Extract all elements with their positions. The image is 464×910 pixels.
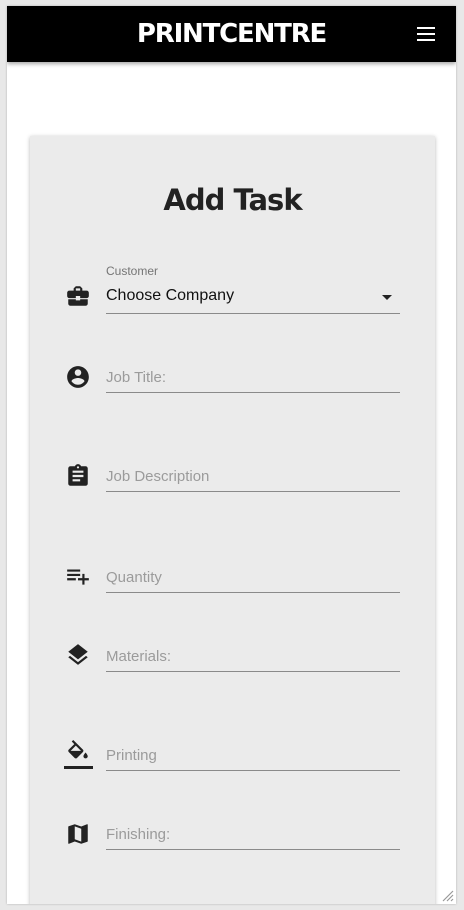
layers-icon: [65, 642, 91, 668]
materials-input[interactable]: [106, 643, 400, 669]
job-title-field[interactable]: [106, 364, 400, 393]
brand-logo-text[interactable]: PRINTCENTRE: [7, 19, 456, 49]
printing-field[interactable]: [106, 742, 400, 771]
paint-bucket-icon: [64, 740, 93, 770]
job-description-input[interactable]: [106, 463, 400, 489]
hamburger-menu-icon[interactable]: [415, 25, 437, 43]
job-title-input[interactable]: [106, 364, 400, 390]
materials-field[interactable]: [106, 643, 400, 672]
customer-select[interactable]: Choose Company: [106, 285, 400, 314]
finishing-input[interactable]: [106, 821, 400, 847]
app-window: PRINTCENTRE Add Task Customer Choose Com…: [7, 6, 456, 904]
resize-grip-icon[interactable]: [440, 888, 454, 902]
map-icon: [65, 821, 91, 847]
customer-label: Customer: [106, 264, 159, 278]
top-app-bar: PRINTCENTRE: [7, 6, 456, 62]
printing-input[interactable]: [106, 742, 400, 768]
finishing-field[interactable]: [106, 821, 400, 850]
customer-select-value: Choose Company: [106, 287, 235, 304]
account-circle-icon: [65, 364, 91, 390]
briefcase-icon: [65, 283, 91, 309]
chevron-down-icon[interactable]: [382, 295, 392, 300]
add-task-card: Add Task Customer Choose Company: [30, 136, 435, 904]
playlist-add-icon: [65, 563, 91, 589]
page-title: Add Task: [163, 183, 302, 217]
job-description-field[interactable]: [106, 463, 400, 492]
quantity-field[interactable]: [106, 564, 400, 593]
clipboard-icon: [65, 463, 91, 489]
quantity-input[interactable]: [106, 564, 400, 590]
